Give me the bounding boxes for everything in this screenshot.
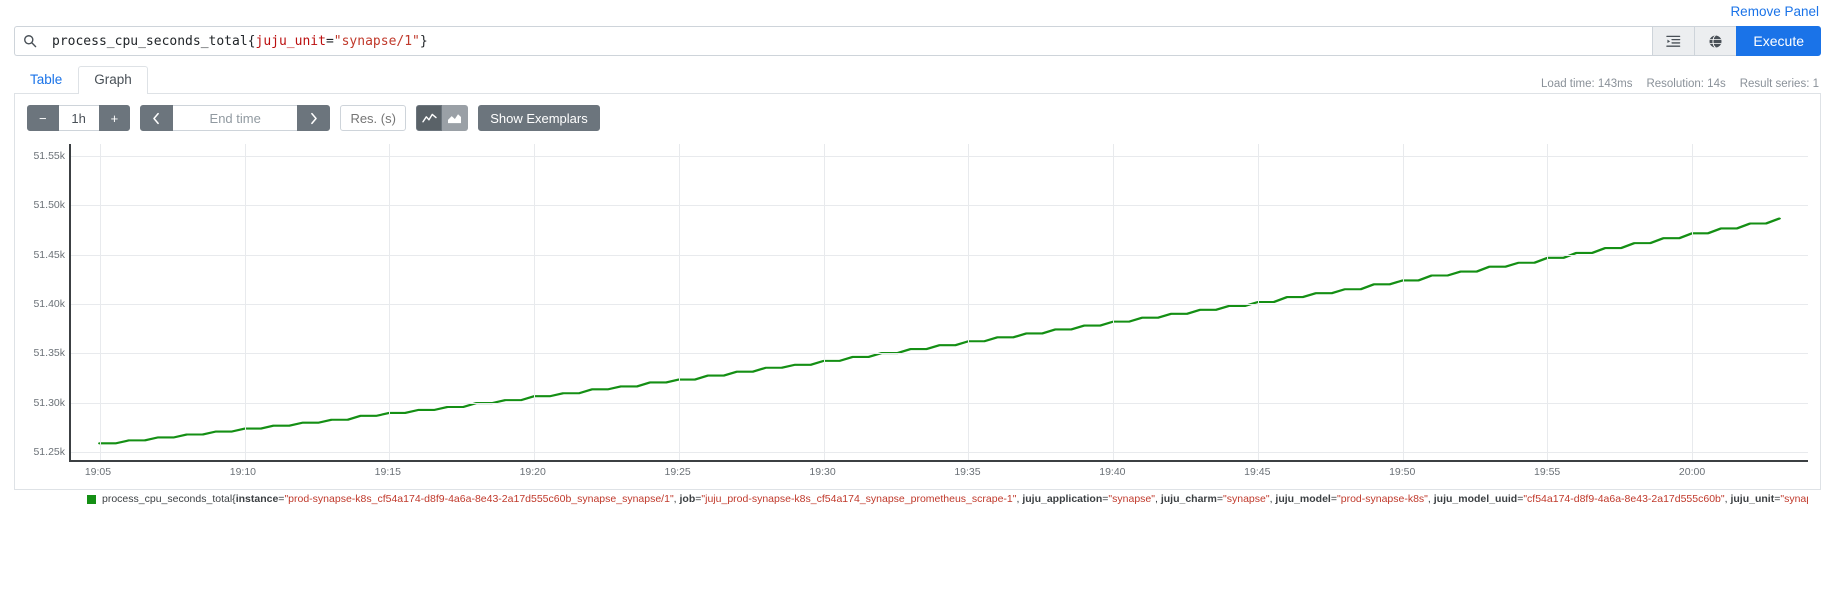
y-axis-tick-label: 51.45k [33,248,65,261]
vertical-gridline [1113,144,1115,460]
x-axis-labels: 19:05 19:10 19:15 19:20 19:25 19:30 19:35 19:40… [69,466,1808,482]
vertical-gridline [534,144,536,460]
query-input[interactable]: process_cpu_seconds_total{juju_unit = "syn… [44,26,1653,56]
query-bar: process_cpu_seconds_total{juju_unit = "syn… [14,26,1821,56]
graph-panel: − 1h + End time Res. (s) Show Exemplars … [14,94,1821,505]
x-axis-tick-label: 19:05 [84,466,112,478]
stat-result-series: Result series: 1 [1739,78,1819,90]
time-nav-group: End time [140,105,331,131]
vertical-gridline [1547,144,1549,460]
plot-area[interactable] [69,144,1808,462]
y-axis-tick-label: 51.30k [33,396,65,409]
metrics-explorer-icon[interactable] [1652,26,1695,56]
legend-label: process_cpu_seconds_total{instance="prod… [102,493,1808,505]
vertical-gridline [968,144,970,460]
plot-inner [71,144,1808,460]
range-control-group: − 1h + [27,105,131,131]
x-axis-tick-label: 19:30 [809,466,836,478]
globe-icon[interactable] [1694,26,1737,56]
previous-time-button[interactable] [140,105,174,131]
query-label-value: "synapse/1" [333,33,420,49]
tab-graph[interactable]: Graph [78,66,148,94]
legend-color-swatch [87,495,96,504]
increase-range-button[interactable]: + [98,105,131,131]
vertical-gridline [1692,144,1694,460]
vertical-gridline [389,144,391,460]
y-axis-tick-label: 51.25k [33,446,65,459]
vertical-gridline [99,144,101,460]
x-axis-tick-label: 20:00 [1678,466,1706,478]
line-chart-icon[interactable] [416,105,443,131]
stacked-area-chart-icon[interactable] [442,105,469,131]
chart-type-toggle-group [416,105,469,131]
vertical-gridline [1402,144,1404,460]
panel-header: Remove Panel [14,0,1821,22]
vertical-gridline [823,144,825,460]
query-label-key: juju_unit [255,33,326,49]
x-axis-tick-label: 19:10 [229,466,257,478]
x-axis-tick-label: 19:25 [664,466,691,478]
chart-legend[interactable]: process_cpu_seconds_total{instance="prod… [69,492,1808,507]
stat-resolution: Resolution: 14s [1646,78,1726,90]
x-axis-tick-label: 19:40 [1099,466,1126,478]
prometheus-query-panel: Remove Panel process_cpu_seconds_total{j… [0,0,1835,505]
search-icon [14,26,44,56]
x-axis-tick-label: 19:45 [1244,466,1271,478]
vertical-gridline [244,144,246,460]
remove-panel-link[interactable]: Remove Panel [1730,4,1819,19]
query-stats: Load time: 143ms Resolution: 14s Result … [1541,78,1819,90]
query-metric-name: process_cpu_seconds_total [52,33,248,49]
chart-container: 51.55k 51.50k 51.45k 51.40k 51.35k 51.30k 51.2… [27,144,1808,505]
x-axis-tick-label: 19:35 [954,466,981,478]
resolution-input[interactable] [340,105,407,131]
end-time-input[interactable]: End time [173,105,298,131]
x-axis-tick-label: 19:20 [519,466,546,478]
show-exemplars-button[interactable]: Show Exemplars [478,105,600,131]
x-axis-tick-label: 19:15 [374,466,401,478]
y-axis-tick-label: 51.35k [33,347,65,360]
execute-button[interactable]: Execute [1736,26,1821,56]
decrease-range-button[interactable]: − [27,105,59,131]
result-tabs: Table Graph Load time: 143ms Resolution:… [14,66,1821,94]
vertical-gridline [678,144,680,460]
y-axis-tick-label: 51.55k [33,149,65,162]
x-axis-tick-label: 19:55 [1534,466,1561,478]
y-axis-tick-label: 51.40k [33,297,65,310]
y-axis-tick-label: 51.50k [33,199,65,212]
x-axis-tick-label: 19:50 [1389,466,1416,478]
stat-load-time: Load time: 143ms [1541,78,1633,90]
y-axis-labels: 51.55k 51.50k 51.45k 51.40k 51.35k 51.30k 51.2… [27,144,69,462]
graph-controls: − 1h + End time Res. (s) Show Exemplars [27,105,1808,131]
vertical-gridline [1257,144,1259,460]
tab-table[interactable]: Table [14,66,78,94]
next-time-button[interactable] [297,105,331,131]
range-value[interactable]: 1h [58,105,99,131]
